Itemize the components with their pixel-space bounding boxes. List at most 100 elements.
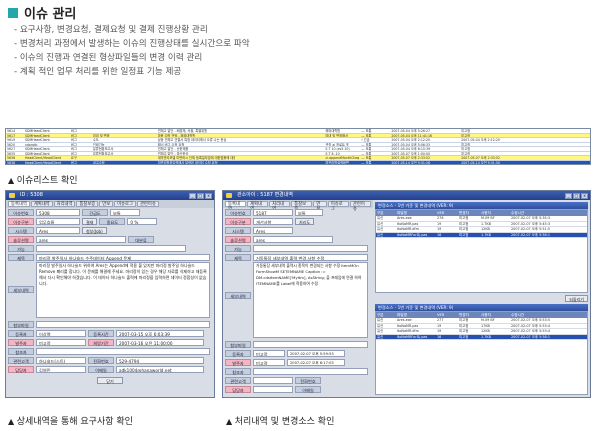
tab[interactable]: 미슈로그 bbox=[114, 201, 136, 207]
issue-cell: E.T 10 (sv5.10) bbox=[325, 147, 350, 151]
approval-field[interactable]: 처리도 bbox=[295, 218, 315, 225]
issue-type-select[interactable]: 개선사항 bbox=[253, 218, 293, 225]
issue-cell: SDMHeadClient bbox=[24, 138, 50, 142]
assign-button[interactable]: 첨부(Job) bbox=[82, 227, 107, 234]
feature-item: 이슈의 진행과 연결된 형상파일들의 변경 이력 관리 bbox=[14, 51, 250, 65]
tab[interactable]: 통찰보증 bbox=[291, 201, 313, 212]
client-field[interactable] bbox=[253, 377, 293, 384]
detail-caption: 상세내역을 통해 요구사항 확인 bbox=[8, 414, 133, 427]
tab[interactable]: 관련이슈 bbox=[136, 201, 159, 207]
tab[interactable]: 계획내역 bbox=[30, 201, 53, 207]
change-source-grid: 구분 파일명 VER 변경자 사용자 수정시간 유신 Ares.exe 276 미고정 M.09 B… bbox=[375, 209, 588, 293]
issue-row[interactable]: 5638 HeadClient/HeadClient 버그 내고수정 미관리정보입력에서… bbox=[6, 160, 590, 165]
tab[interactable]: 처리내역 bbox=[53, 201, 76, 207]
file-cell: 유신 bbox=[377, 329, 384, 333]
history-tabs: 등록내역계획내역처리내역통찰보증만보미슈로그관련이슈 bbox=[223, 200, 373, 212]
file-cell bbox=[388, 227, 396, 232]
system-select[interactable]: Ares bbox=[36, 227, 80, 234]
app-icon bbox=[226, 193, 232, 198]
attach-field[interactable] bbox=[253, 341, 368, 348]
body-textarea[interactable]: 마리정 발주일사 하나슬드 위하여 Ares는 Append에 적용 불 있지만… bbox=[36, 262, 210, 318]
file-row[interactable]: 유신 ItoNaMRForDj.pas 16 미고정 1.7KB 2007-02-07 오… bbox=[376, 232, 587, 238]
due-field[interactable]: 2007-03-16 오전 11:00:00 bbox=[116, 339, 204, 346]
issue-cell: — 보통 bbox=[361, 142, 372, 146]
window-title: 관소아이 : 5187 변경내역 bbox=[237, 192, 293, 198]
maximize-icon[interactable]: □ bbox=[197, 192, 204, 199]
tab[interactable]: 등록내역 bbox=[8, 201, 30, 207]
tab[interactable]: 계획내역 bbox=[247, 201, 269, 212]
developer-select[interactable]: 미고정 bbox=[253, 359, 285, 366]
importance-field[interactable]: 0 % bbox=[127, 218, 158, 225]
task-field[interactable] bbox=[36, 245, 186, 252]
issue-cell bbox=[520, 129, 590, 133]
due-field[interactable]: 2007-02-07 오후 6:17:03 bbox=[287, 359, 345, 366]
issue-cell: 버그 bbox=[70, 129, 77, 133]
file-row[interactable]: 유신 ItoNaMRForDj.pas 16 미고정 1.7KB 2007-02-07 오… bbox=[376, 334, 587, 340]
minimize-icon[interactable]: _ bbox=[565, 192, 572, 199]
file-cell: 유신 bbox=[377, 318, 384, 322]
issue-cell: — 보통 bbox=[361, 156, 372, 160]
email-field[interactable]: adk1004@hanaworld.net bbox=[116, 366, 204, 373]
issue-cell: — 보통 bbox=[361, 129, 372, 133]
approval-checkbox[interactable]: 결재 bbox=[82, 218, 98, 225]
close-icon[interactable]: x bbox=[581, 192, 588, 199]
issue-history-window: 관소아이 : 5187 변경내역 _ □ x 등록내역계획내역처리내역통찰보증만… bbox=[222, 190, 591, 398]
system-select[interactable]: Ares bbox=[253, 227, 293, 234]
tab[interactable]: 통찰보증 bbox=[76, 201, 99, 207]
file-cell: 1.7KB bbox=[481, 232, 491, 237]
file-cell bbox=[388, 216, 396, 221]
reg-time-field: 2007-02-07 오후 5:59:53 bbox=[287, 350, 345, 357]
title-field[interactable]: 마리정 발주일사 하나슬드 수주데이터 Append 문제 bbox=[36, 254, 210, 261]
revert-button[interactable]: 되돌리기 bbox=[565, 295, 588, 302]
close-button[interactable]: 닫기 bbox=[97, 377, 123, 384]
detail-tabs: 등록내역 계획내역 처리내역 통찰보증 만보 미슈로그 관련이슈 bbox=[6, 200, 214, 208]
file-cell: 미고정 bbox=[459, 227, 469, 231]
issue-detail-window: ID : 5308 _ □ x 등록내역 계획내역 처리내역 통찰보증 만보 미슈로그 관련… bbox=[5, 190, 215, 398]
urgency-select[interactable]: 보통 bbox=[295, 209, 323, 216]
close-icon[interactable]: x bbox=[205, 192, 212, 199]
file-cell: 277 bbox=[437, 318, 444, 322]
maximize-icon[interactable]: □ bbox=[573, 192, 580, 199]
minimize-icon[interactable]: _ bbox=[189, 192, 196, 199]
issue-cell bbox=[235, 129, 325, 133]
title-field[interactable]: 거동통장 세부내역 출력 변경 사항 수정 bbox=[253, 254, 368, 261]
issue-type-label: 이슈구분 bbox=[225, 218, 251, 225]
tab[interactable]: 만보 bbox=[313, 201, 327, 212]
issue-cell: 버그 bbox=[70, 147, 77, 151]
phone-field[interactable]: 529-4794 bbox=[116, 357, 204, 364]
reference-label: 참조자 bbox=[225, 368, 251, 375]
attach-label: 첨부파일 bbox=[8, 321, 34, 328]
tab[interactable]: 관련이슈 bbox=[349, 201, 371, 212]
body-textarea[interactable]: 거동통장 세부내역 출력시 종목이 변경되는 사항 수정 ItemMOn For… bbox=[253, 262, 368, 338]
urgency-select[interactable]: 보통 bbox=[110, 209, 140, 216]
phone-label: 전화번호 bbox=[88, 357, 114, 364]
issue-cell: 연체고 말단 - 순한제품 bbox=[157, 147, 189, 151]
file-cell: 19 bbox=[437, 323, 442, 328]
page-title: 이슈 관리 bbox=[24, 7, 77, 22]
attach-field[interactable] bbox=[36, 321, 210, 328]
tab[interactable]: 미슈로그 bbox=[327, 201, 349, 212]
reference-field[interactable] bbox=[36, 348, 210, 355]
issue-no-field: 5308 bbox=[36, 209, 80, 216]
owner-field[interactable]: 김영민 bbox=[36, 366, 86, 373]
developer-select[interactable]: 미고정 bbox=[36, 339, 86, 346]
issue-type-select[interactable]: 업무흐름 bbox=[36, 218, 80, 225]
solution-select[interactable]: ares bbox=[36, 236, 126, 243]
owner-field[interactable] bbox=[253, 386, 293, 393]
page-header: 이슈 관리 bbox=[8, 3, 76, 22]
reference-field[interactable] bbox=[253, 368, 368, 375]
issue-cell bbox=[235, 138, 325, 142]
issue-no-field: 5187 bbox=[253, 209, 293, 216]
solution-select[interactable]: ares bbox=[253, 236, 333, 243]
issue-cell: HeadClient/HeadClient bbox=[24, 160, 62, 164]
file-cell bbox=[388, 335, 396, 340]
tab[interactable]: 만보 bbox=[99, 201, 114, 207]
registrant-field: 미고정 bbox=[253, 350, 285, 357]
tab[interactable]: 처리내역 bbox=[269, 201, 291, 212]
file-cell: ItoNaMR.dfm bbox=[397, 227, 419, 231]
issue-cell bbox=[235, 161, 325, 165]
task-field[interactable] bbox=[253, 245, 368, 252]
tab[interactable]: 등록내역 bbox=[225, 201, 247, 212]
client-field[interactable]: 하나슬드(스트) bbox=[36, 357, 86, 364]
developer-label: 발주자 bbox=[8, 339, 34, 346]
